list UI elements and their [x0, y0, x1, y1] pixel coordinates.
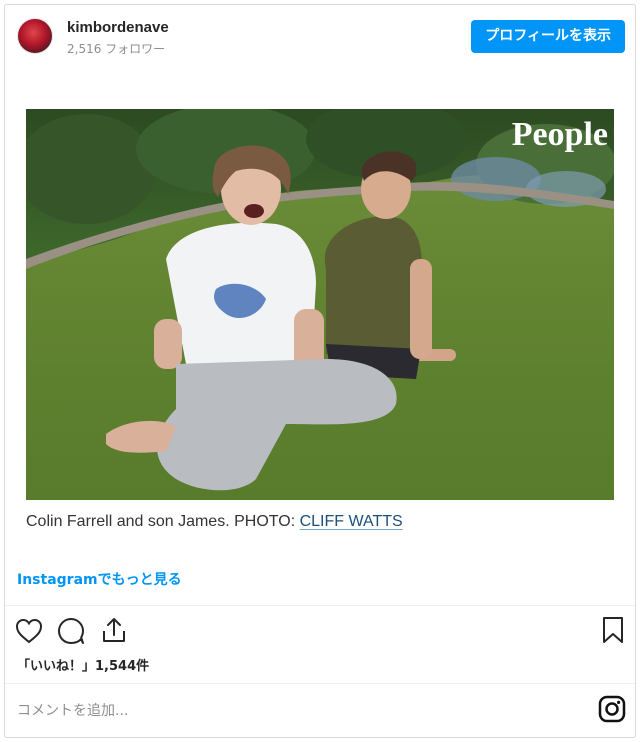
view-more-on-instagram-link[interactable]: Instagramでもっと見る — [17, 569, 182, 589]
caption-text: Colin Farrell and son James. PHOTO: — [26, 513, 300, 530]
bookmark-icon[interactable] — [601, 615, 625, 645]
heart-icon[interactable] — [14, 617, 44, 645]
add-comment-input[interactable]: コメントを追加... — [17, 700, 128, 720]
post-header: kimbordenave 2,516 フォロワー プロフィールを表示 — [5, 5, 635, 69]
people-watermark: People — [512, 116, 608, 153]
post-image[interactable]: People — [26, 109, 614, 500]
share-icon[interactable] — [99, 615, 129, 645]
photo-caption: Colin Farrell and son James. PHOTO: CLIF… — [26, 513, 403, 531]
like-count[interactable]: 「いいね！」1,544件 — [17, 655, 149, 674]
avatar[interactable] — [17, 18, 53, 54]
view-profile-button[interactable]: プロフィールを表示 — [471, 20, 625, 53]
instagram-icon[interactable] — [598, 695, 626, 723]
divider — [5, 683, 635, 684]
photo-illustration: People — [26, 109, 614, 500]
comment-icon[interactable] — [56, 616, 86, 646]
follower-count: 2,516 フォロワー — [67, 42, 166, 56]
username[interactable]: kimbordenave — [67, 19, 169, 36]
divider — [5, 605, 635, 606]
photo-credit-link[interactable]: CLIFF WATTS — [300, 513, 403, 530]
instagram-embed-card: kimbordenave 2,516 フォロワー プロフィールを表示 Peopl… — [4, 4, 636, 738]
